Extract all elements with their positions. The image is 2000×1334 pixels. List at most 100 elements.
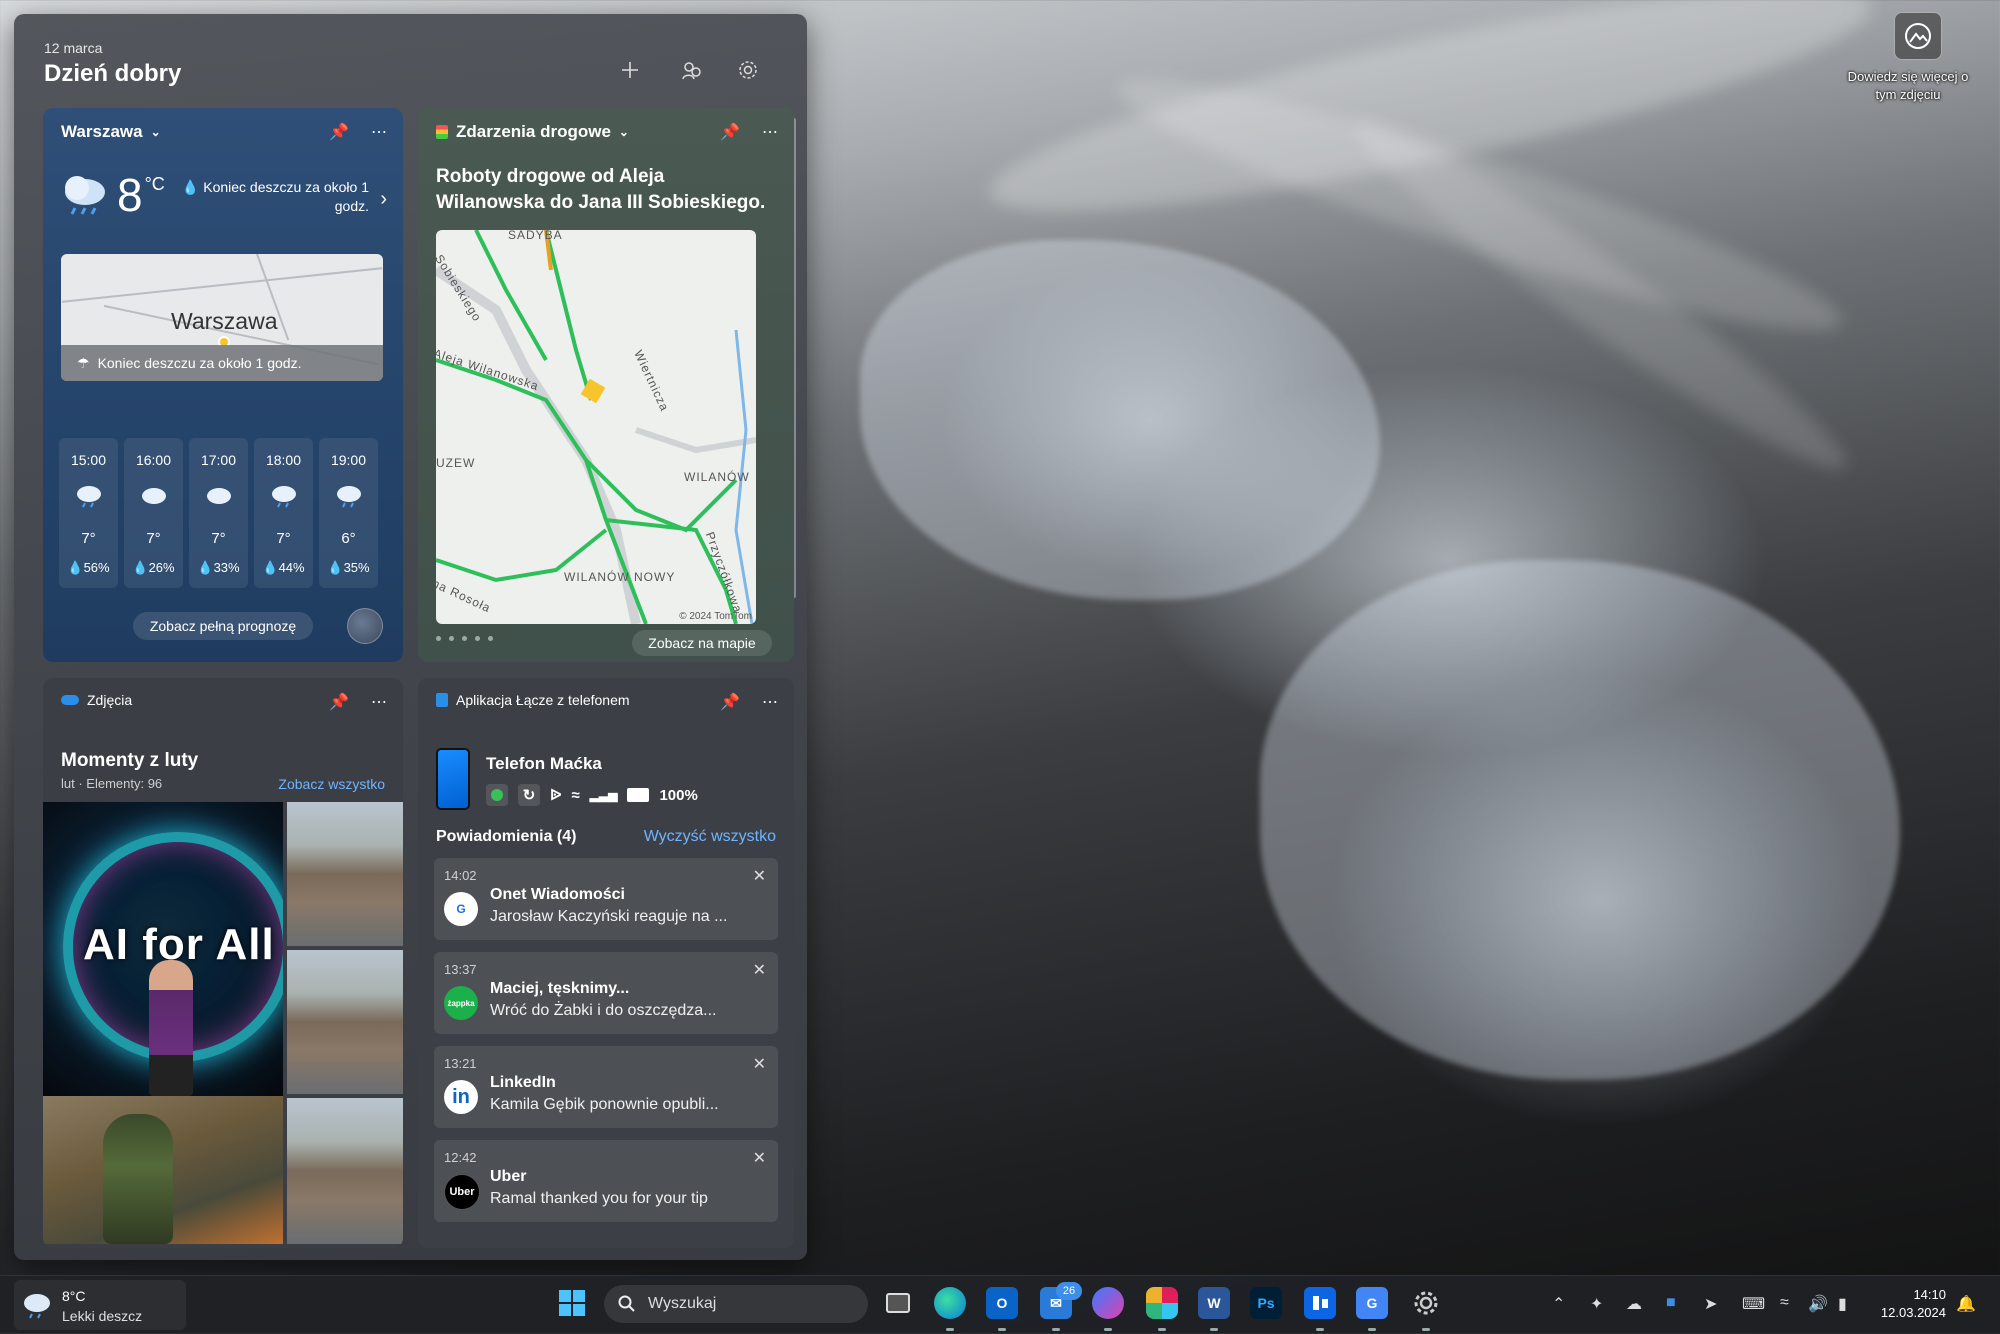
outlook-icon[interactable]: O xyxy=(986,1287,1018,1319)
close-icon[interactable]: ✕ xyxy=(753,866,766,886)
map-label-sadyba: SADYBA xyxy=(508,230,563,242)
hour-item[interactable]: 16:00 7° 💧26% xyxy=(124,438,183,588)
photo-thumbnail[interactable] xyxy=(287,950,403,1094)
taskbar-clock[interactable]: 14:10 12.03.2024 xyxy=(1881,1286,1946,1322)
pin-icon[interactable]: 📌 xyxy=(720,122,740,142)
notification-item[interactable]: 12:42 ✕ Uber Uber Ramal thanked you for … xyxy=(434,1140,778,1222)
panel-greeting: Dzień dobry xyxy=(44,60,182,87)
taskbar-search[interactable]: Wyszukaj xyxy=(604,1285,868,1323)
more-icon[interactable]: ⋯ xyxy=(371,692,387,712)
notification-time: 12:42 xyxy=(444,1150,477,1165)
ice-block xyxy=(860,240,1380,600)
traffic-widget[interactable]: Zdarzenia drogowe ⌄ 📌 ⋯ Roboty drogowe o… xyxy=(418,108,794,662)
hour-item[interactable]: 15:00 7° 💧56% xyxy=(59,438,118,588)
hourly-forecast: 15:00 7° 💧56% 16:00 7° 💧26% 17:00 7° 💧33… xyxy=(59,438,378,588)
weather-map[interactable]: Warszawa ☂ Koniec deszczu za około 1 god… xyxy=(61,254,383,381)
phone-link-tray-icon[interactable]: ■ xyxy=(1666,1294,1676,1312)
start-button[interactable] xyxy=(556,1287,588,1319)
learn-more-photo-label[interactable]: Dowiedz się więcej o tym zdjęciu xyxy=(1838,68,1978,104)
photos-widget[interactable]: Zdjęcia 📌 ⋯ Momenty z luty lut · Element… xyxy=(43,678,403,1248)
settings-button[interactable] xyxy=(730,52,766,88)
copilot-icon[interactable] xyxy=(347,608,383,644)
slack-icon[interactable] xyxy=(1146,1287,1178,1319)
word-icon[interactable]: W xyxy=(1198,1287,1230,1319)
notification-item[interactable]: 13:21 ✕ in LinkedIn Kamila Gębik ponowni… xyxy=(434,1046,778,1128)
wifi-icon[interactable]: ≈ xyxy=(1780,1294,1789,1312)
traffic-map[interactable]: SADYBA Sobieskiego Aleja Wilanowska Wier… xyxy=(436,230,756,624)
panel-date: 12 marca xyxy=(44,40,103,56)
close-icon[interactable]: ✕ xyxy=(753,1054,766,1074)
onedrive-icon[interactable]: ☁ xyxy=(1626,1294,1642,1314)
learn-more-photo-button[interactable] xyxy=(1894,12,1942,60)
battery-icon[interactable]: ▮ xyxy=(1838,1294,1847,1314)
phone-link-app-label: Aplikacja Łącze z telefonem xyxy=(456,692,630,708)
task-view-icon[interactable] xyxy=(882,1287,914,1319)
see-on-map-button[interactable]: Zobacz na mapie xyxy=(632,630,772,656)
running-indicator xyxy=(1104,1328,1112,1331)
chevron-up-icon[interactable]: ⌃ xyxy=(1552,1294,1565,1314)
uber-icon: Uber xyxy=(444,1174,480,1210)
taskbar-weather[interactable]: 8°C Lekki deszcz xyxy=(14,1280,186,1330)
sync-icon[interactable]: ↻ xyxy=(518,784,540,806)
weather-location: Warszawa xyxy=(61,122,143,141)
notification-time: 14:02 xyxy=(444,868,477,883)
hour-item[interactable]: 18:00 7° 💧44% xyxy=(254,438,313,588)
traffic-headline[interactable]: Roboty drogowe od Aleja Wilanowska do Ja… xyxy=(436,164,776,216)
clear-all-button[interactable]: Wyczyść wszystko xyxy=(644,828,776,846)
phone-device-icon xyxy=(436,748,470,810)
close-icon[interactable]: ✕ xyxy=(753,960,766,980)
pin-icon[interactable]: 📌 xyxy=(329,692,349,712)
photos-subtitle: lut · Elementy: 96 xyxy=(61,776,163,791)
hour-item[interactable]: 17:00 7° 💧33% xyxy=(189,438,248,588)
rain-cloud-icon xyxy=(24,1294,50,1319)
rain-note-text: Koniec deszczu za około 1 godz. xyxy=(203,179,369,214)
weather-widget[interactable]: Warszawa ⌄ 📌 ⋯ 8 °C 💧 Koniec deszczu za … xyxy=(43,108,403,662)
keyboard-icon[interactable]: ⌨ xyxy=(1742,1294,1765,1314)
hour-precip-value: 56% xyxy=(83,560,110,575)
map-footer: ☂ Koniec deszczu za około 1 godz. xyxy=(61,345,383,381)
temp-unit: °C xyxy=(144,174,165,194)
notification-time: 13:37 xyxy=(444,962,477,977)
volume-icon[interactable]: 🔊 xyxy=(1808,1294,1828,1314)
phone-link-widget[interactable]: Aplikacja Łącze z telefonem 📌 ⋯ Telefon … xyxy=(418,678,794,1248)
more-icon[interactable]: ⋯ xyxy=(762,692,778,712)
chevron-right-icon[interactable]: › xyxy=(380,188,387,211)
messenger-icon[interactable] xyxy=(1092,1287,1124,1319)
clock-date: 12.03.2024 xyxy=(1880,1305,1946,1320)
edge-icon[interactable] xyxy=(934,1287,966,1319)
notification-bell-icon[interactable]: 🔔 xyxy=(1956,1294,1976,1314)
photo-thumbnail[interactable] xyxy=(43,1096,283,1244)
traffic-header[interactable]: Zdarzenia drogowe ⌄ xyxy=(436,122,629,142)
photo-info-icon xyxy=(1905,23,1931,49)
ice-block xyxy=(1260,560,1900,1080)
photo-thumbnail[interactable] xyxy=(287,1098,403,1244)
notification-body: Jarosław Kaczyński reaguje na ... xyxy=(490,908,728,925)
onedrive-cloud-icon xyxy=(61,695,79,705)
more-icon[interactable]: ⋯ xyxy=(762,122,778,142)
more-icon[interactable]: ⋯ xyxy=(371,122,387,142)
weather-location-selector[interactable]: Warszawa ⌄ xyxy=(61,122,161,142)
photo-thumbnail[interactable] xyxy=(287,802,403,946)
translate-icon[interactable]: G xyxy=(1356,1287,1388,1319)
carousel-dots[interactable] xyxy=(436,636,493,641)
see-all-link[interactable]: Zobacz wszystko xyxy=(278,776,385,792)
pin-icon[interactable]: 📌 xyxy=(720,692,740,712)
settings-app-icon[interactable] xyxy=(1410,1287,1442,1319)
current-temp: 8 xyxy=(117,169,143,221)
photoshop-icon[interactable]: Ps xyxy=(1250,1287,1282,1319)
account-button[interactable] xyxy=(674,52,710,88)
pin-icon[interactable]: 📌 xyxy=(329,122,349,142)
notification-item[interactable]: 14:02 ✕ G Onet Wiadomości Jarosław Kaczy… xyxy=(434,858,778,940)
trello-icon[interactable] xyxy=(1304,1287,1336,1319)
slack-tray-icon[interactable]: ✦ xyxy=(1590,1294,1603,1314)
notification-title: Uber xyxy=(490,1168,527,1185)
notification-item[interactable]: 13:37 ✕ żappka Maciej, tęsknimy... Wróć … xyxy=(434,952,778,1034)
full-forecast-button[interactable]: Zobacz pełną prognozę xyxy=(133,612,313,640)
photo-main[interactable]: AI for All xyxy=(43,802,283,1096)
photos-source: Zdjęcia xyxy=(61,692,132,708)
send-icon[interactable]: ➤ xyxy=(1704,1294,1717,1314)
add-widget-button[interactable] xyxy=(612,52,648,88)
running-indicator xyxy=(1210,1328,1218,1331)
hour-item[interactable]: 19:00 6° 💧35% xyxy=(319,438,378,588)
close-icon[interactable]: ✕ xyxy=(753,1148,766,1168)
